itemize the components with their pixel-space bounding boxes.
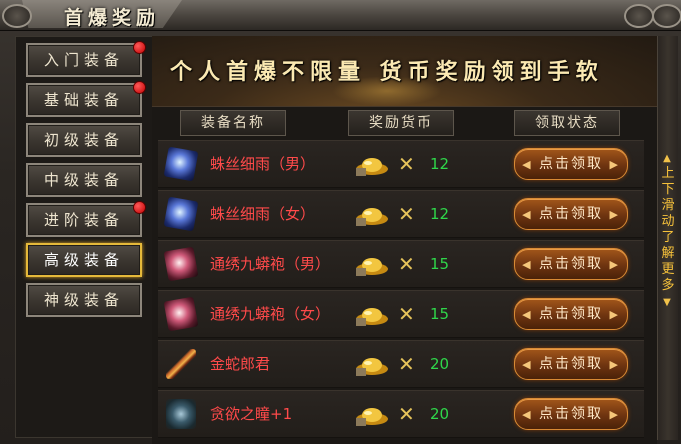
sidebar-item-divine-gear[interactable]: 神级装备 bbox=[26, 283, 142, 317]
sidebar-item-intermediate-gear[interactable]: 中级装备 bbox=[26, 163, 142, 197]
multiply-icon: ✕ bbox=[398, 152, 415, 176]
item-name: 通绣九蟒袍（女） bbox=[210, 305, 331, 323]
item-name: 蛛丝细雨（女） bbox=[210, 205, 316, 223]
reward-panel: 个人首爆不限量 货币奖励领到手软 装备名称 奖励货币 领取状态 蛛丝细雨（男） … bbox=[152, 36, 657, 444]
right-arrow-icon: ▶ bbox=[609, 358, 620, 371]
sidebar-item-entry-gear[interactable]: 入门装备 bbox=[26, 41, 146, 77]
scrollbar[interactable]: ▲ 上下滑动了解更多 ▼ bbox=[657, 36, 678, 440]
window-title: 首爆奖励 bbox=[64, 7, 161, 29]
claim-button[interactable]: ◀ 点击领取 ▶ bbox=[514, 198, 628, 230]
header-status: 领取状态 bbox=[514, 110, 620, 136]
item-name: 金蛇郎君 bbox=[210, 355, 271, 373]
table-row: 通绣九蟒袍（男） ✕ 15 ◀ 点击领取 ▶ bbox=[158, 240, 644, 288]
left-ornament-icon bbox=[2, 4, 32, 28]
sidebar-item-basic-gear[interactable]: 基础装备 bbox=[26, 81, 146, 117]
reward-amount: 12 bbox=[430, 205, 450, 223]
sidebar-item-advanced-gear[interactable]: 进阶装备 bbox=[26, 201, 146, 237]
eye-orb-icon bbox=[166, 399, 196, 429]
claim-button[interactable]: ◀ 点击领取 ▶ bbox=[514, 298, 628, 330]
gold-ingot-icon bbox=[356, 358, 388, 376]
item-name: 通绣九蟒袍（男） bbox=[210, 255, 331, 273]
multiply-icon: ✕ bbox=[398, 402, 415, 426]
game-window: 首爆奖励 入门装备 基础装备 初级装备 中级装备 进阶装备 高级装备 神级装备 … bbox=[0, 0, 681, 444]
claim-button-label: 点击领取 bbox=[539, 356, 603, 372]
reward-amount: 20 bbox=[430, 405, 450, 423]
sidebar-item-label: 进阶装备 bbox=[43, 211, 124, 229]
table-row: 通绣九蟒袍（女） ✕ 15 ◀ 点击领取 ▶ bbox=[158, 290, 644, 338]
blade-icon bbox=[166, 349, 196, 379]
claim-button[interactable]: ◀ 点击领取 ▶ bbox=[514, 398, 628, 430]
reward-amount: 20 bbox=[430, 355, 450, 373]
header-item-name: 装备名称 bbox=[180, 110, 286, 136]
claim-button-label: 点击领取 bbox=[539, 206, 603, 222]
table-row: 金蛇郎君 ✕ 20 ◀ 点击领取 ▶ bbox=[158, 340, 644, 388]
pink-gauntlet-icon bbox=[163, 296, 199, 332]
sidebar-item-label: 基础装备 bbox=[43, 91, 124, 109]
scroll-hint-text: 上下滑动了解更多 bbox=[661, 166, 675, 293]
right-arrow-icon: ▶ bbox=[609, 408, 620, 421]
right-arrow-icon: ▶ bbox=[609, 308, 620, 321]
category-sidebar: 入门装备 基础装备 初级装备 中级装备 进阶装备 高级装备 神级装备 bbox=[15, 36, 153, 438]
sidebar-item-high-gear[interactable]: 高级装备 bbox=[26, 243, 142, 277]
scroll-down-icon[interactable]: ▼ bbox=[661, 298, 673, 308]
left-arrow-icon: ◀ bbox=[522, 208, 533, 221]
header-reward: 奖励货币 bbox=[348, 110, 454, 136]
right-ornament-icon bbox=[624, 4, 654, 28]
table-header: 装备名称 奖励货币 领取状态 bbox=[152, 110, 657, 136]
claim-button[interactable]: ◀ 点击领取 ▶ bbox=[514, 148, 628, 180]
title-bar: 首爆奖励 bbox=[0, 0, 681, 31]
gold-ingot-icon bbox=[356, 308, 388, 326]
claim-button-label: 点击领取 bbox=[539, 256, 603, 272]
table-row: 贪欲之瞳+1 ✕ 20 ◀ 点击领取 ▶ bbox=[158, 390, 644, 438]
claim-button-label: 点击领取 bbox=[539, 306, 603, 322]
reward-amount: 15 bbox=[430, 255, 450, 273]
promo-banner: 个人首爆不限量 货币奖励领到手软 bbox=[152, 36, 657, 107]
ice-gauntlet-icon bbox=[163, 146, 199, 182]
sidebar-item-label: 高级装备 bbox=[43, 251, 124, 269]
notification-dot bbox=[133, 201, 146, 214]
notification-dot bbox=[133, 81, 146, 94]
right-arrow-icon: ▶ bbox=[609, 258, 620, 271]
ice-gauntlet-icon bbox=[163, 196, 199, 232]
item-name: 贪欲之瞳+1 bbox=[210, 405, 293, 423]
reward-amount: 15 bbox=[430, 305, 450, 323]
left-arrow-icon: ◀ bbox=[522, 358, 533, 371]
reward-amount: 12 bbox=[430, 155, 450, 173]
item-name: 蛛丝细雨（男） bbox=[210, 155, 316, 173]
left-arrow-icon: ◀ bbox=[522, 258, 533, 271]
sidebar-item-label: 入门装备 bbox=[43, 51, 124, 69]
table-row: 蛛丝细雨（女） ✕ 12 ◀ 点击领取 ▶ bbox=[158, 190, 644, 238]
claim-button-label: 点击领取 bbox=[539, 406, 603, 422]
pink-gauntlet-icon bbox=[163, 246, 199, 282]
multiply-icon: ✕ bbox=[398, 302, 415, 326]
right-arrow-icon: ▶ bbox=[609, 158, 620, 171]
sidebar-item-label: 神级装备 bbox=[43, 291, 124, 309]
left-arrow-icon: ◀ bbox=[522, 308, 533, 321]
multiply-icon: ✕ bbox=[398, 202, 415, 226]
banner-text: 个人首爆不限量 货币奖励领到手软 bbox=[170, 60, 604, 85]
right-ornament-icon-2 bbox=[652, 4, 681, 28]
right-arrow-icon: ▶ bbox=[609, 208, 620, 221]
notification-dot bbox=[133, 41, 146, 54]
scroll-up-icon[interactable]: ▲ bbox=[661, 154, 673, 164]
multiply-icon: ✕ bbox=[398, 352, 415, 376]
gold-ingot-icon bbox=[356, 158, 388, 176]
claim-button-label: 点击领取 bbox=[539, 156, 603, 172]
sidebar-item-label: 中级装备 bbox=[43, 171, 124, 189]
sidebar-item-primary-gear[interactable]: 初级装备 bbox=[26, 123, 142, 157]
gold-ingot-icon bbox=[356, 258, 388, 276]
gold-ingot-icon bbox=[356, 208, 388, 226]
table-row: 蛛丝细雨（男） ✕ 12 ◀ 点击领取 ▶ bbox=[158, 140, 644, 188]
claim-button[interactable]: ◀ 点击领取 ▶ bbox=[514, 248, 628, 280]
multiply-icon: ✕ bbox=[398, 252, 415, 276]
sidebar-item-label: 初级装备 bbox=[43, 131, 124, 149]
left-arrow-icon: ◀ bbox=[522, 158, 533, 171]
gold-ingot-icon bbox=[356, 408, 388, 426]
left-arrow-icon: ◀ bbox=[522, 408, 533, 421]
claim-button[interactable]: ◀ 点击领取 ▶ bbox=[514, 348, 628, 380]
